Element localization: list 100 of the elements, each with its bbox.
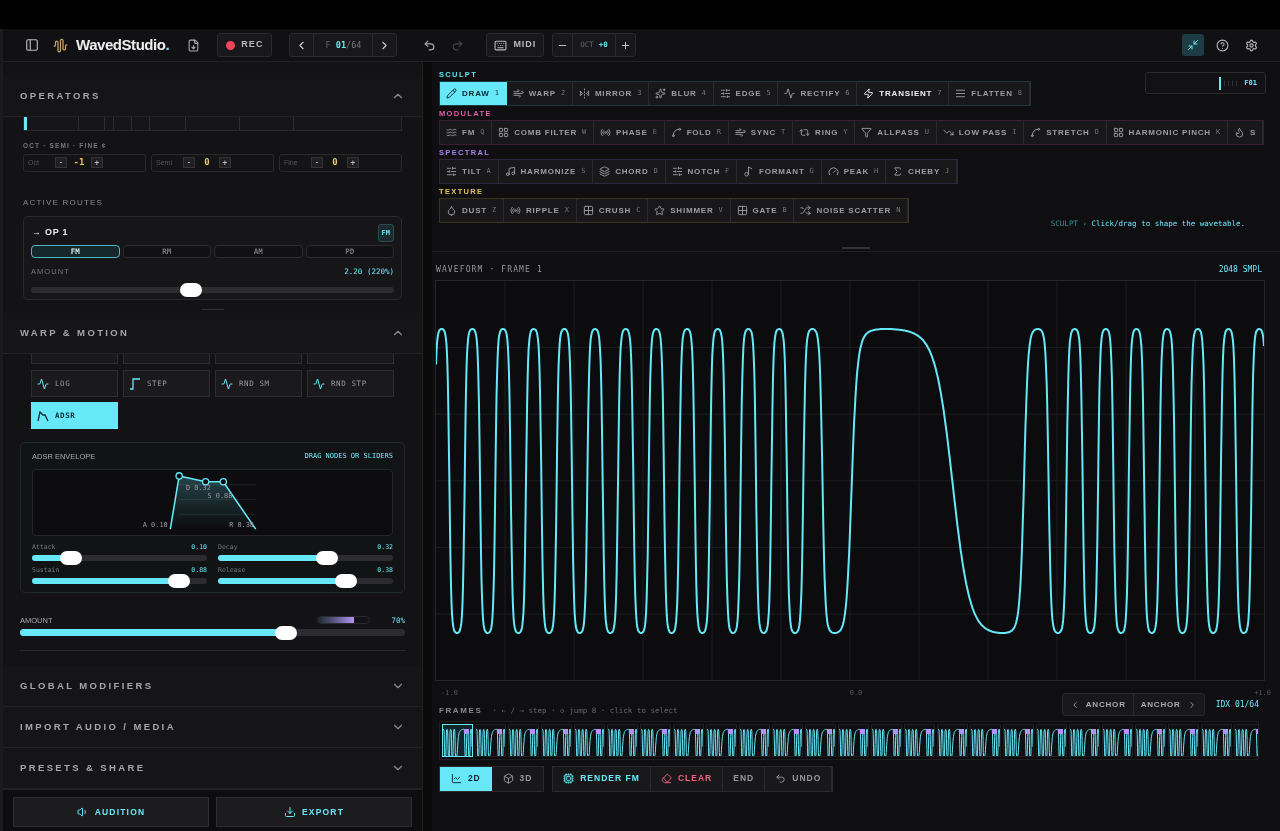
frame-thumbnail[interactable]	[970, 723, 1001, 757]
frame-thumbnail[interactable]	[1135, 723, 1166, 757]
increment-button[interactable]: +	[347, 157, 359, 169]
frame-thumbnail[interactable]	[1069, 723, 1100, 757]
frame-thumbnail[interactable]	[937, 723, 968, 757]
increment-button[interactable]: +	[219, 157, 231, 169]
lines-icon	[955, 88, 967, 99]
frame-thumbnail[interactable]	[871, 723, 902, 757]
broadcast-icon	[600, 127, 612, 138]
stepper-value: 0	[331, 156, 339, 169]
frame-thumbnail[interactable]	[607, 723, 638, 757]
slider-thumb[interactable]	[179, 282, 202, 297]
compact-view-button[interactable]	[1182, 34, 1204, 56]
settings-icon[interactable]	[1245, 38, 1258, 52]
audition-button[interactable]: AUDITION	[13, 797, 209, 827]
wind-icon	[512, 88, 524, 99]
music-note-icon	[504, 166, 516, 177]
sample-count: 2048 SMPL	[1218, 264, 1262, 276]
frame-thumbnail[interactable]	[772, 723, 803, 757]
slider-thumb[interactable]	[59, 551, 82, 565]
sparkle-icon	[655, 88, 667, 99]
record-button[interactable]: REC	[217, 33, 273, 57]
frame-thumbnail[interactable]	[475, 723, 506, 757]
frame-thumbnail[interactable]	[1168, 723, 1199, 757]
frame-thumbnail[interactable]	[1036, 723, 1067, 757]
frame-thumbnail[interactable]	[706, 723, 737, 757]
view-mode-tab[interactable]: 3D	[491, 766, 544, 791]
tool-button[interactable]: S	[1227, 121, 1264, 144]
frame-thumbnail[interactable]	[904, 723, 935, 757]
undo-icon[interactable]	[423, 38, 437, 52]
envelope-node[interactable]	[201, 478, 210, 486]
routes-label: ACTIVE ROUTES	[23, 196, 105, 209]
slider-thumb[interactable]	[334, 573, 357, 588]
curve-icon	[1030, 127, 1042, 138]
action-button[interactable]: END	[723, 766, 766, 791]
next-anchor-button[interactable]: ANCHOR	[1133, 694, 1204, 715]
midi-button[interactable]: MIDI	[486, 33, 545, 57]
export-button[interactable]: EXPORT	[216, 797, 412, 827]
view-mode-tab[interactable]: 2D	[440, 766, 492, 791]
frame-counter: F 01/64	[324, 38, 363, 52]
frame-thumbnail[interactable]	[1201, 723, 1232, 757]
gauge-icon	[827, 166, 839, 177]
waves-icon	[446, 127, 457, 138]
decrement-button[interactable]: -	[55, 157, 67, 169]
broadcast-icon	[510, 205, 521, 216]
sidebar-toggle-icon[interactable]	[25, 38, 39, 52]
sliders-icon	[446, 166, 457, 177]
waveform-title: WAVEFORM · FRAME 1	[436, 264, 543, 276]
repeat-icon	[799, 127, 811, 138]
droplet-icon	[446, 205, 457, 216]
frame-thumbnail[interactable]	[1003, 723, 1034, 757]
layers-icon	[599, 166, 611, 177]
brand-name: WavedStudio.	[76, 34, 170, 55]
decrement-button[interactable]: -	[183, 157, 195, 169]
waveform-plot[interactable]	[435, 280, 1265, 681]
pulse-icon	[313, 377, 325, 390]
sliders-icon	[719, 88, 731, 99]
frame-thumbnail[interactable]	[673, 723, 704, 757]
mirror-icon	[578, 88, 590, 99]
shuffle-icon	[800, 205, 812, 216]
increment-button[interactable]: +	[91, 157, 103, 169]
sigma-icon	[892, 166, 904, 177]
stepper-value: -1	[72, 156, 86, 169]
decrement-button[interactable]: -	[311, 157, 323, 169]
frame-thumbnail[interactable]	[508, 723, 539, 757]
grid-icon	[736, 205, 748, 216]
previous-anchor-button[interactable]: ANCHOR	[1062, 694, 1134, 715]
slider-thumb[interactable]	[168, 573, 190, 588]
action-button[interactable]: RENDER FM	[553, 766, 651, 791]
music-note-icon	[743, 166, 754, 177]
envelope-node[interactable]	[219, 478, 228, 486]
frame-thumbnail[interactable]	[838, 723, 869, 757]
frame-thumbnail[interactable]	[1102, 723, 1133, 757]
trend-down-icon	[942, 127, 954, 138]
frame-thumbnail[interactable]	[805, 723, 836, 757]
eraser-icon	[660, 773, 672, 784]
action-button[interactable]: UNDO	[765, 766, 833, 791]
stepper-value: 0	[203, 156, 211, 169]
curve-icon	[670, 127, 682, 138]
file-icon[interactable]	[187, 38, 201, 52]
slider-thumb[interactable]	[315, 551, 338, 565]
action-button[interactable]: CLEAR	[650, 766, 724, 791]
frame-thumbnail[interactable]	[541, 723, 572, 757]
minimize-icon	[1187, 39, 1199, 51]
sliders-icon	[671, 166, 683, 177]
envelope-node[interactable]	[175, 472, 183, 480]
wind-icon	[734, 127, 746, 138]
frame-thumbnail[interactable]	[574, 723, 605, 757]
frame-index: IDX 01/64	[1215, 698, 1259, 711]
slider-thumb[interactable]	[274, 625, 297, 640]
pulse-icon	[784, 88, 796, 99]
route-title: → OP 1	[32, 226, 69, 240]
frame-thumbnail[interactable]	[1234, 723, 1258, 757]
star-icon	[654, 205, 666, 216]
frame-thumbnail[interactable]	[640, 723, 671, 757]
grid-icon	[1112, 127, 1124, 138]
help-icon[interactable]	[1216, 38, 1229, 52]
frames-label: FRAMES	[439, 704, 483, 717]
frame-thumbnail[interactable]	[739, 723, 770, 757]
undo-icon	[775, 773, 787, 784]
